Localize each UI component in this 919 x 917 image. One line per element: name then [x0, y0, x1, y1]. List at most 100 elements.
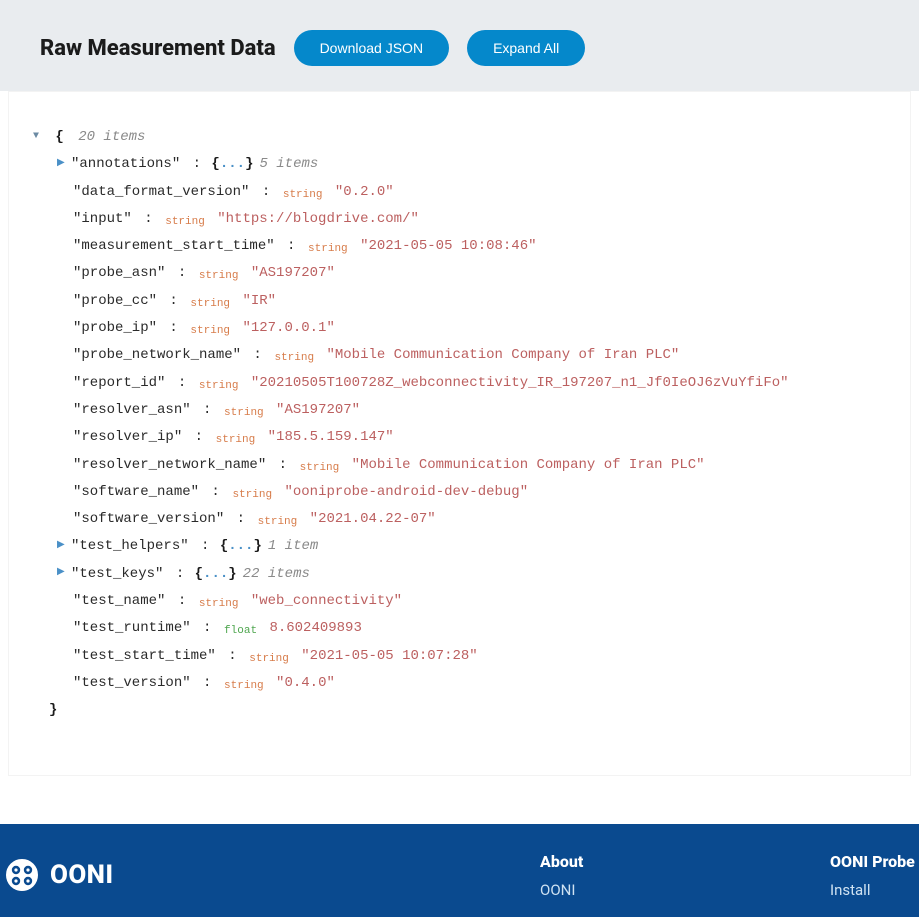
caret-down-icon[interactable] — [33, 127, 47, 147]
ellipsis-icon[interactable]: ... — [228, 538, 253, 554]
json-row: "measurement_start_time" : string "2021-… — [45, 233, 874, 260]
colon: : — [184, 156, 201, 172]
colon: : — [136, 211, 153, 227]
type-string-tag: string — [226, 489, 272, 501]
footer-col-title-about: About — [540, 852, 790, 871]
colon: : — [270, 457, 287, 473]
json-value: "Mobile Communication Company of Iran PL… — [318, 347, 679, 363]
colon: : — [245, 347, 262, 363]
json-value: "Mobile Communication Company of Iran PL… — [343, 457, 704, 473]
json-row: "report_id" : string "20210505T100728Z_w… — [45, 370, 874, 397]
type-string-tag: string — [184, 298, 230, 310]
brace-open: { — [186, 566, 203, 582]
json-row: "test_keys" : {...}22 items — [45, 561, 874, 588]
json-row: "test_name" : string "web_connectivity" — [45, 588, 874, 615]
json-key: "software_name" — [73, 484, 199, 500]
json-row: "resolver_network_name" : string "Mobile… — [45, 452, 874, 479]
json-value: "web_connectivity" — [242, 593, 402, 609]
json-key: "resolver_network_name" — [73, 457, 266, 473]
json-key: "annotations" — [71, 156, 180, 172]
json-value: "AS197207" — [268, 402, 360, 418]
colon: : — [186, 429, 203, 445]
json-key: "test_start_time" — [73, 648, 216, 664]
json-key: "report_id" — [73, 375, 165, 391]
caret-right-icon[interactable] — [57, 154, 71, 174]
json-key: "resolver_ip" — [73, 429, 182, 445]
colon: : — [195, 675, 212, 691]
brace-open: { — [55, 129, 63, 145]
item-count: 5 items — [259, 156, 318, 172]
type-string-tag: string — [243, 653, 289, 665]
json-value: "ooniprobe-android-dev-debug" — [276, 484, 528, 500]
json-key: "probe_cc" — [73, 293, 157, 309]
json-row: "input" : string "https://blogdrive.com/… — [45, 206, 874, 233]
footer-link-ooni[interactable]: OONI — [540, 881, 790, 899]
json-key: "input" — [73, 211, 132, 227]
json-key: "test_keys" — [71, 566, 163, 582]
footer-brand-name: OONI — [50, 860, 114, 890]
json-row: "resolver_ip" : string "185.5.159.147" — [45, 424, 874, 451]
type-string-tag: string — [159, 216, 205, 228]
colon: : — [220, 648, 237, 664]
json-value: "2021-05-05 10:08:46" — [352, 238, 537, 254]
brace-close: } — [245, 156, 253, 172]
type-string-tag: string — [217, 407, 263, 419]
json-row: "probe_network_name" : string "Mobile Co… — [45, 342, 874, 369]
colon: : — [279, 238, 296, 254]
json-key: "probe_ip" — [73, 320, 157, 336]
caret-right-icon[interactable] — [57, 536, 71, 556]
ellipsis-icon[interactable]: ... — [220, 156, 245, 172]
type-string-tag: string — [192, 598, 238, 610]
type-string-tag: string — [276, 189, 322, 201]
ooni-logo-icon — [4, 857, 40, 893]
colon: : — [195, 402, 212, 418]
json-key: "software_version" — [73, 511, 224, 527]
json-value: "0.4.0" — [268, 675, 335, 691]
json-row: "probe_ip" : string "127.0.0.1" — [45, 315, 874, 342]
brace-open: { — [211, 538, 228, 554]
caret-right-icon[interactable] — [57, 563, 71, 583]
json-root-close: } — [45, 697, 874, 724]
type-string-tag: string — [293, 462, 339, 474]
json-rows-container: "annotations" : {...} 5 items "data_format… — [45, 151, 874, 697]
colon: : — [253, 184, 270, 200]
brace-open: { — [203, 156, 220, 172]
json-value: "2021-05-05 10:07:28" — [293, 648, 478, 664]
expand-all-button[interactable]: Expand All — [467, 30, 585, 66]
footer-col-title-probe: OONI Probe — [830, 852, 919, 871]
json-row: "test_version" : string "0.4.0" — [45, 670, 874, 697]
json-value: 8.602409893 — [261, 620, 362, 636]
ellipsis-icon[interactable]: ... — [203, 566, 228, 582]
json-viewer: { 20 items "annotations" : {...}5 items"… — [8, 91, 911, 776]
type-string-tag: string — [301, 243, 347, 255]
json-row: "test_start_time" : string "2021-05-05 1… — [45, 643, 874, 670]
json-value: "https://blogdrive.com/" — [209, 211, 419, 227]
type-string-tag: string — [217, 680, 263, 692]
colon: : — [161, 320, 178, 336]
json-row: "software_name" : string "ooniprobe-andr… — [45, 479, 874, 506]
type-string-tag: string — [251, 516, 297, 528]
colon: : — [161, 293, 178, 309]
footer: OONI About OONI OONI Probe Install — [0, 824, 919, 917]
type-string-tag: string — [209, 434, 255, 446]
type-float-tag: float — [217, 625, 257, 637]
json-row: "probe_cc" : string "IR" — [45, 288, 874, 315]
colon: : — [169, 593, 186, 609]
json-key: "probe_asn" — [73, 265, 165, 281]
json-row: "test_helpers" : {...}1 item — [45, 533, 874, 560]
colon: : — [169, 375, 186, 391]
json-value: "AS197207" — [242, 265, 334, 281]
json-key: "data_format_version" — [73, 184, 249, 200]
footer-col-probe: OONI Probe Install — [830, 852, 919, 899]
download-json-button[interactable]: Download JSON — [294, 30, 450, 66]
footer-link-install[interactable]: Install — [830, 881, 919, 899]
json-value: "185.5.159.147" — [259, 429, 393, 445]
json-key: "probe_network_name" — [73, 347, 241, 363]
brace-close: } — [49, 702, 57, 718]
json-key: "test_name" — [73, 593, 165, 609]
colon: : — [193, 538, 210, 554]
json-key: "resolver_asn" — [73, 402, 191, 418]
json-value: "0.2.0" — [326, 184, 393, 200]
json-row: "data_format_version" : string "0.2.0" — [45, 179, 874, 206]
json-key: "test_version" — [73, 675, 191, 691]
